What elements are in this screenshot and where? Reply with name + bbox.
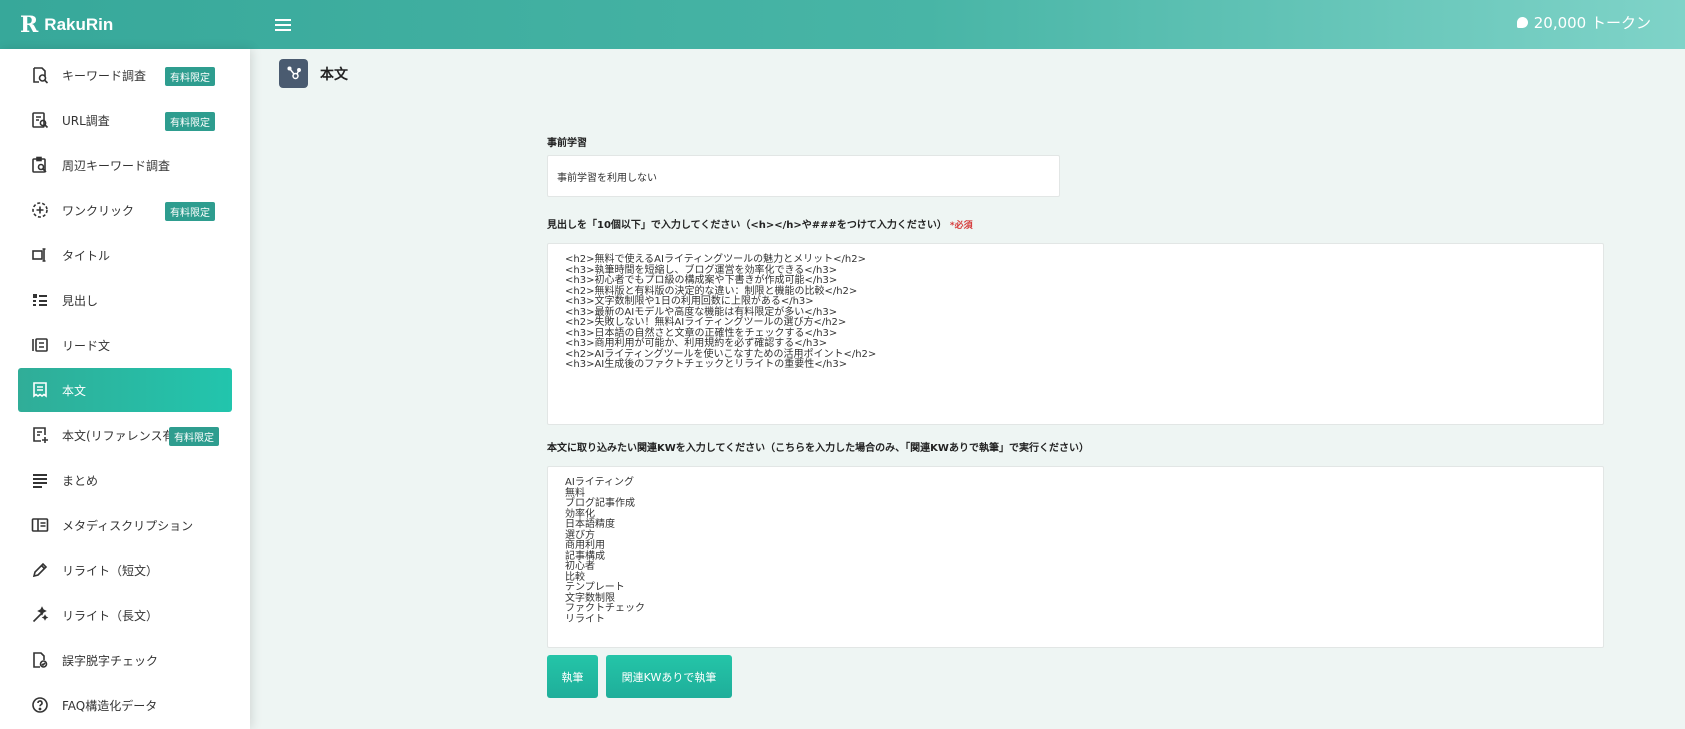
lead-text-icon [30,335,50,355]
menu-toggle-button[interactable] [268,10,298,40]
sidebar-item-label: キーワード調査 [62,68,147,83]
sidebar-item-url-research[interactable]: URL調査 有料限定 [18,98,232,142]
keyword-search-icon [30,65,50,85]
pencil-icon [30,560,50,580]
sidebar-item-label: リライト（短文） [62,563,159,578]
hamburger-icon [275,18,291,31]
keywords-textarea[interactable]: AIライティング 無料 ブログ記事作成 効率化 日本語精度 選び方 商用利用 記… [547,466,1604,648]
app-logo[interactable]: R RakuRin [0,12,268,38]
write-with-keywords-button[interactable]: 関連KWありで執筆 [606,655,732,698]
sidebar-item-label: ワンクリック [62,203,135,218]
token-icon [1516,17,1528,28]
sidebar-item-label: メタディスクリプション [62,518,194,533]
token-count: 20,000 トークン [1533,14,1651,32]
body-reference-icon [30,425,50,445]
sidebar-item-label: リライト（長文） [62,608,159,623]
sidebar-item-rewrite-long[interactable]: リライト（長文） [18,593,232,637]
title-icon [30,245,50,265]
paid-only-badge: 有料限定 [165,112,215,131]
pre-learning-select[interactable]: 事前学習を利用しない [547,155,1060,197]
paid-only-badge: 有料限定 [169,427,219,446]
sidebar-item-label: 見出し [62,293,99,308]
hub-icon [286,65,301,79]
sidebar-item-summary[interactable]: まとめ [18,458,232,502]
pre-learning-value: 事前学習を利用しない [557,172,657,184]
page-title: 本文 [320,66,348,83]
sidebar-item-body-text[interactable]: 本文 [18,368,232,412]
meta-description-icon [30,515,50,535]
paid-only-badge: 有料限定 [165,202,215,221]
logo-mark-icon: R [20,11,39,38]
page-header: 本文 [279,59,348,88]
sidebar-item-label: 本文(リファレンス有) [62,428,180,443]
headings-textarea[interactable]: <h2>無料で使えるAIライティングツールの魅力とメリット</h2> <h3>執… [547,243,1604,425]
sidebar-item-meta-description[interactable]: メタディスクリプション [18,503,232,547]
token-balance: 20,000 トークン [1516,12,1651,33]
keywords-label: 本文に取り込みたい関連KWを入力してください（こちらを入力した場合のみ、「関連K… [547,443,1089,454]
sidebar-item-label: まとめ [62,473,99,488]
required-mark: *必須 [949,221,973,231]
one-click-icon [30,200,50,220]
faq-icon [30,695,50,715]
write-button[interactable]: 執筆 [547,655,598,698]
heading-list-icon [30,290,50,310]
related-keyword-icon [30,155,50,175]
proofread-icon [30,650,50,670]
magic-pencil-icon [30,605,50,625]
sidebar-item-faq[interactable]: FAQ構造化データ [18,683,232,727]
headings-label-text: 見出しを「10個以下」で入力してください（<h></h>や###をつけて入力くだ… [547,220,947,231]
sidebar-item-label: 本文 [62,383,87,398]
url-search-icon [30,110,50,130]
sidebar-item-proofread[interactable]: 誤字脱字チェック [18,638,232,682]
sidebar: キーワード調査 有料限定 URL調査 有料限定 周辺キーワード調査 ワンクリック… [0,49,250,729]
summary-icon [30,470,50,490]
sidebar-item-label: 周辺キーワード調査 [62,158,171,173]
sidebar-item-label: 誤字脱字チェック [62,653,159,668]
top-bar: R RakuRin 20,000 トークン [0,0,1685,49]
headings-label: 見出しを「10個以下」で入力してください（<h></h>や###をつけて入力くだ… [547,216,973,231]
sidebar-item-label: URL調査 [62,113,110,128]
paid-only-badge: 有料限定 [165,67,215,86]
body-text-icon [30,380,50,400]
sidebar-item-rewrite-short[interactable]: リライト（短文） [18,548,232,592]
sidebar-item-label: タイトル [62,248,111,263]
sidebar-item-lead-text[interactable]: リード文 [18,323,232,367]
sidebar-item-title[interactable]: タイトル [18,233,232,277]
sidebar-item-body-reference[interactable]: 本文(リファレンス有) 有料限定 [18,413,232,457]
sidebar-item-label: FAQ構造化データ [62,698,158,713]
sidebar-item-one-click[interactable]: ワンクリック 有料限定 [18,188,232,232]
pre-learning-label: 事前学習 [547,138,587,149]
sidebar-item-headings[interactable]: 見出し [18,278,232,322]
page-icon [279,59,308,88]
sidebar-item-related-keyword[interactable]: 周辺キーワード調査 [18,143,232,187]
app-name: RakuRin [44,14,114,34]
sidebar-item-label: リード文 [62,338,111,353]
sidebar-item-keyword-research[interactable]: キーワード調査 有料限定 [18,53,232,97]
